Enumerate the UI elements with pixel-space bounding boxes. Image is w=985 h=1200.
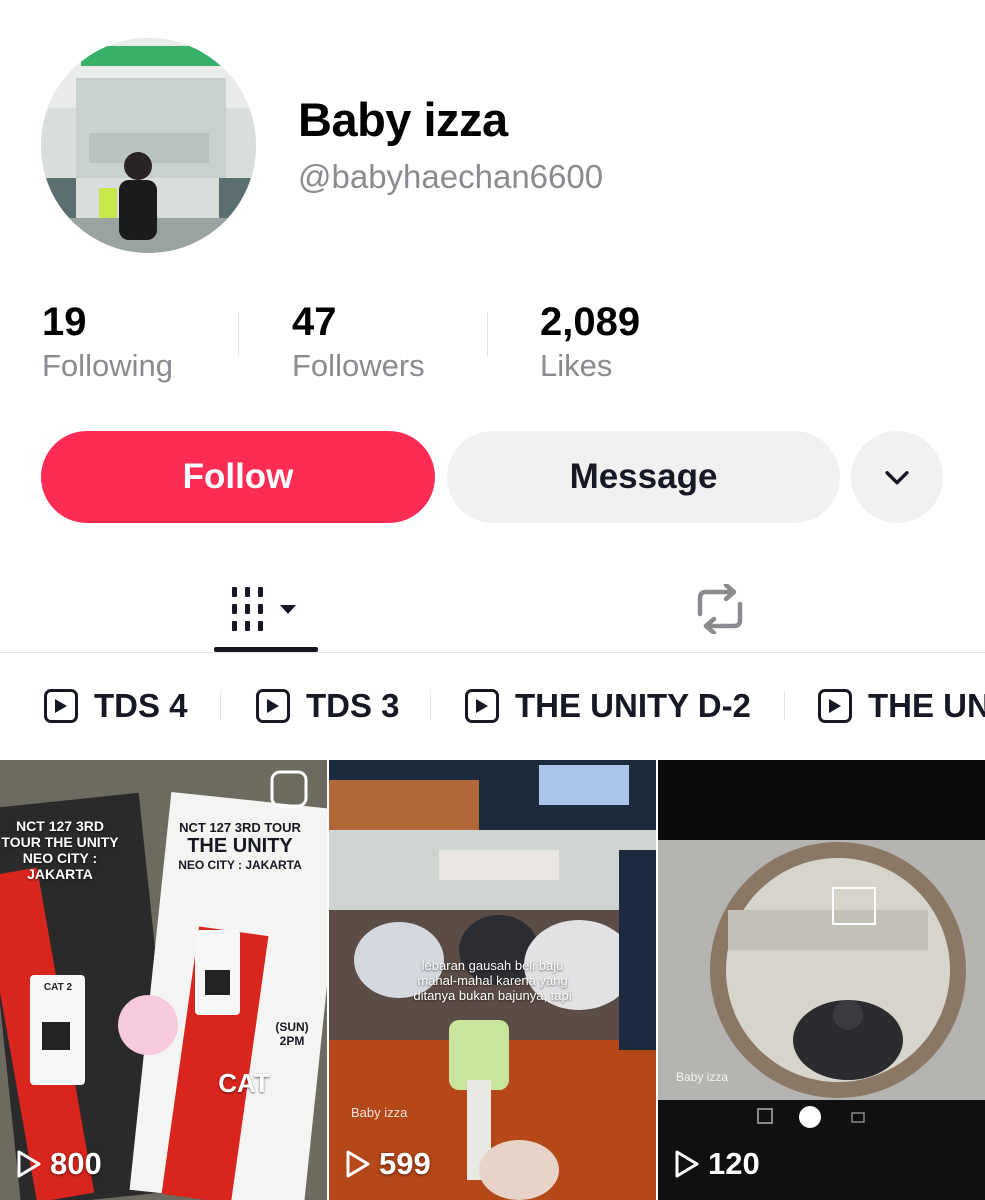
video-caption: lebaran gausah beli baju mahal-mahal kar…: [359, 958, 626, 1003]
repost-icon: [697, 584, 743, 634]
stat-likes-value: 2,089: [540, 300, 641, 344]
view-count: 120: [674, 1146, 760, 1182]
message-button[interactable]: Message: [447, 431, 840, 523]
stat-following-label: Following: [42, 348, 173, 383]
playlist-icon: [256, 689, 290, 723]
tabs-divider: [0, 652, 985, 653]
caption-line: ditanya bukan bajunya, tapi: [413, 988, 572, 1003]
playlist-icon: [44, 689, 78, 723]
video-thumbnail[interactable]: lebaran gausah beli baju mahal-mahal kar…: [329, 760, 656, 1200]
ticket-text-left: NCT 127 3RD TOUR THE UNITY NEO CITY : JA…: [1, 818, 119, 882]
playlist-title: TDS 3: [306, 687, 400, 724]
playlist-item[interactable]: THE UN: [818, 676, 985, 736]
profile-name: Baby izza: [298, 93, 508, 146]
stat-following-value: 19: [42, 300, 87, 344]
avatar-image: [41, 38, 256, 253]
ticket-line: NEO CITY : JAKARTA: [178, 858, 302, 872]
ticket-line: THE UNITY: [187, 835, 293, 857]
playlist-title: THE UN: [868, 687, 985, 724]
tab-videos[interactable]: [214, 566, 318, 652]
playlist-item[interactable]: THE UNITY D-2: [465, 676, 751, 736]
video-thumbnail[interactable]: NCT 127 3RD TOUR THE UNITY NEO CITY : JA…: [0, 760, 327, 1200]
stat-divider: [238, 312, 239, 356]
video-thumbnail[interactable]: Baby izza 120: [658, 760, 985, 1200]
profile-handle: @babyhaechan6600: [298, 158, 604, 195]
playlist-title: TDS 4: [94, 687, 188, 724]
stat-divider: [487, 312, 488, 356]
video-watermark: Baby izza: [676, 1070, 729, 1084]
playlist-title: THE UNITY D-2: [515, 687, 751, 724]
playlist-icon: [818, 689, 852, 723]
follow-button[interactable]: Follow: [41, 431, 435, 523]
playlist-item[interactable]: TDS 3: [256, 676, 400, 736]
wristband-label: CAT 2: [43, 982, 73, 993]
profile-avatar[interactable]: [41, 38, 256, 253]
tab-reposts[interactable]: [668, 566, 772, 652]
play-icon: [346, 1150, 370, 1178]
view-count-value: 599: [379, 1146, 431, 1181]
video-watermark: Baby izza: [351, 1105, 408, 1120]
stat-following[interactable]: 19 Following: [42, 300, 173, 384]
stat-likes[interactable]: 2,089 Likes: [540, 300, 640, 384]
playlist-separator: [430, 690, 431, 720]
stat-likes-label: Likes: [540, 348, 613, 383]
view-count-value: 800: [50, 1146, 102, 1181]
wristband-label: CAT: [218, 1068, 270, 1098]
playlist-item[interactable]: TDS 4: [44, 676, 188, 736]
playlist-separator: [784, 690, 785, 720]
view-count: 599: [345, 1146, 431, 1182]
view-count: 800: [16, 1146, 102, 1182]
video-grid: NCT 127 3RD TOUR THE UNITY NEO CITY : JA…: [0, 760, 985, 1200]
view-count-value: 120: [708, 1146, 760, 1181]
stat-followers[interactable]: 47 Followers: [292, 300, 425, 384]
playlist-separator: [220, 690, 221, 720]
stat-followers-label: Followers: [292, 348, 425, 383]
wristband-time: (SUN) 2PM: [275, 1020, 309, 1048]
playlist-strip: TDS 4 TDS 3 THE UNITY D-2 THE UN: [0, 676, 985, 736]
ticket-text-right: NCT 127 3RD TOUR THE UNITY NEO CITY : JA…: [165, 820, 315, 872]
ticket-line: NCT 127 3RD TOUR: [179, 820, 301, 835]
playlist-icon: [465, 689, 499, 723]
more-options-button[interactable]: [851, 431, 943, 523]
play-icon: [675, 1150, 699, 1178]
caption-line: lebaran gausah beli baju: [421, 958, 564, 973]
stat-followers-value: 47: [292, 300, 337, 344]
chevron-down-icon: [885, 471, 909, 485]
caption-line: mahal-mahal karena yang: [417, 973, 568, 988]
video-thumbnail-image: [658, 760, 985, 1200]
videos-grid-icon: [232, 587, 296, 631]
play-icon: [17, 1150, 41, 1178]
